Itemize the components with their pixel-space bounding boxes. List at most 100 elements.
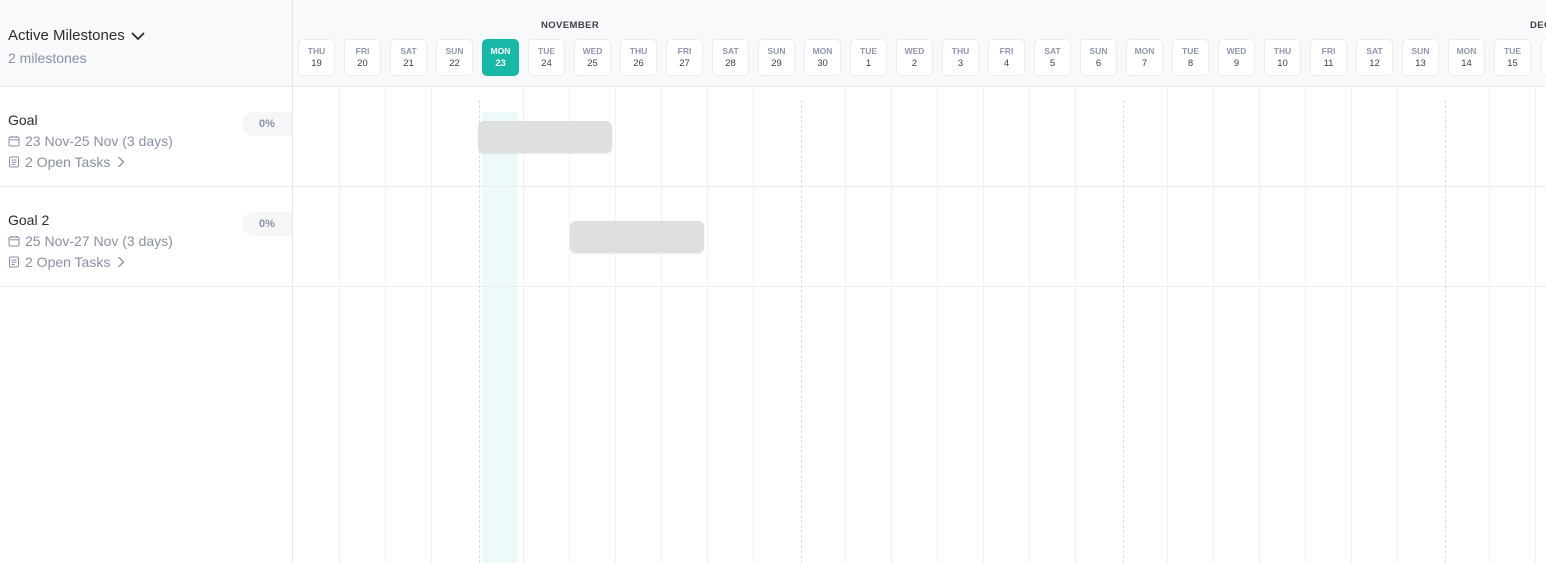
day-cell[interactable]: SAT 12 (1356, 39, 1393, 76)
day-cell[interactable]: TUE 24 (528, 39, 565, 76)
day-cell[interactable]: MON 14 (1448, 39, 1485, 76)
day-number-label: 10 (1277, 58, 1288, 69)
week-divider (1123, 100, 1124, 563)
day-of-week-label: SAT (400, 46, 417, 56)
day-cell[interactable]: WED 25 (574, 39, 611, 76)
milestone-row[interactable]: Goal 23 Nov-25 Nov (3 days) 2 Open Tasks (0, 87, 292, 187)
milestone-bar[interactable] (570, 221, 704, 253)
timeline-header: NOVEMBER DEC THU19FRI20SAT21SUN22MON23TU… (293, 0, 1546, 87)
day-number-label: 2 (911, 58, 918, 69)
day-cell[interactable]: SAT 5 (1034, 39, 1071, 76)
day-cell[interactable]: SUN 13 (1402, 39, 1439, 76)
open-tasks-link[interactable]: 2 Open Tasks (8, 154, 127, 170)
day-grid-line (1213, 88, 1214, 563)
day-grid-line (339, 88, 340, 563)
day-grid-line (569, 88, 570, 563)
day-number-label: 20 (357, 58, 368, 69)
day-number-label: 24 (541, 58, 552, 69)
day-cell[interactable]: THU 19 (298, 39, 335, 76)
day-grid-line (1305, 88, 1306, 563)
day-grid-line (1351, 88, 1352, 563)
milestones-count: 2 milestones (8, 50, 87, 66)
day-number-label: 3 (957, 58, 964, 69)
day-of-week-label: SUN (1411, 46, 1430, 56)
day-grid-line (845, 88, 846, 563)
day-cell[interactable]: SUN 6 (1080, 39, 1117, 76)
day-cell[interactable]: WED 9 (1218, 39, 1255, 76)
day-cell[interactable]: FRI 4 (988, 39, 1025, 76)
day-of-week-label: MON (812, 46, 833, 56)
day-number-label: 23 (495, 58, 506, 69)
day-of-week-label: WED (582, 46, 603, 56)
day-of-week-label: SUN (1089, 46, 1108, 56)
day-of-week-label: WED (904, 46, 925, 56)
day-of-week-label: TUE (1182, 46, 1199, 56)
day-cell[interactable]: FRI 27 (666, 39, 703, 76)
day-of-week-label: THU (951, 46, 970, 56)
day-cell[interactable]: TUE 1 (850, 39, 887, 76)
day-cell-today[interactable]: MON 23 (482, 39, 519, 76)
calendar-icon (8, 135, 20, 147)
day-cell[interactable]: TUE 8 (1172, 39, 1209, 76)
milestone-row[interactable]: Goal 2 25 Nov-27 Nov (3 days) 2 Open Tas… (0, 187, 292, 287)
day-number-label: 15 (1507, 58, 1518, 69)
day-number-label: 9 (1233, 58, 1240, 69)
day-number-label: 1 (865, 58, 872, 69)
day-of-week-label: FRI (1321, 46, 1336, 56)
day-grid-line (891, 88, 892, 563)
week-divider (1445, 100, 1446, 563)
day-number-label: 12 (1369, 58, 1380, 69)
day-grid-line (1489, 88, 1490, 563)
row-divider (293, 286, 1546, 287)
day-cell[interactable]: MON 7 (1126, 39, 1163, 76)
chevron-right-icon (118, 156, 125, 168)
day-cell[interactable]: SAT 28 (712, 39, 749, 76)
day-number-label: 29 (771, 58, 782, 69)
day-number-label: 4 (1003, 58, 1010, 69)
day-of-week-label: MON (1134, 46, 1155, 56)
day-grid-line (615, 88, 616, 563)
day-number-label: 22 (449, 58, 460, 69)
day-cell[interactable]: THU 10 (1264, 39, 1301, 76)
day-number-label: 26 (633, 58, 644, 69)
day-grid-line (753, 88, 754, 563)
day-number-label: 19 (311, 58, 322, 69)
day-cell[interactable]: THU 3 (942, 39, 979, 76)
day-grid-line (661, 88, 662, 563)
today-column-highlight (482, 112, 518, 563)
milestone-progress-badge: 0% (242, 212, 292, 236)
day-cell[interactable]: FRI 11 (1310, 39, 1347, 76)
day-cell[interactable]: MON 30 (804, 39, 841, 76)
day-number-label: 30 (817, 58, 828, 69)
day-of-week-label: WED (1226, 46, 1247, 56)
day-cell[interactable]: WED 2 (896, 39, 933, 76)
day-cell[interactable]: SUN 22 (436, 39, 473, 76)
day-number-label: 28 (725, 58, 736, 69)
open-tasks-label: 2 Open Tasks (25, 254, 111, 270)
milestones-filter-dropdown[interactable]: Active Milestones (8, 27, 146, 44)
milestone-dates-text: 25 Nov-27 Nov (3 days) (25, 233, 173, 249)
milestone-name[interactable]: Goal 2 (8, 212, 49, 228)
day-cell[interactable]: SUN 29 (758, 39, 795, 76)
day-of-week-label: SAT (722, 46, 739, 56)
day-of-week-label: FRI (999, 46, 1014, 56)
day-number-label: 8 (1187, 58, 1194, 69)
day-cell[interactable]: FRI 20 (344, 39, 381, 76)
open-tasks-link[interactable]: 2 Open Tasks (8, 254, 127, 270)
day-number-label: 6 (1095, 58, 1102, 69)
week-divider (479, 100, 480, 563)
milestone-dates: 23 Nov-25 Nov (3 days) (8, 133, 173, 149)
day-of-week-label: SUN (767, 46, 786, 56)
day-cell[interactable]: TUE 15 (1494, 39, 1531, 76)
milestone-bar[interactable] (478, 121, 612, 153)
day-cell[interactable]: SAT 21 (390, 39, 427, 76)
milestone-name[interactable]: Goal (8, 112, 38, 128)
day-grid-line (1075, 88, 1076, 563)
tasks-icon (9, 256, 19, 268)
calendar-icon (8, 235, 20, 247)
day-of-week-label: MON (490, 46, 511, 56)
day-of-week-label: SUN (445, 46, 464, 56)
next-day-cell-partial[interactable] (1541, 39, 1546, 76)
day-number-label: 5 (1049, 58, 1056, 69)
day-cell[interactable]: THU 26 (620, 39, 657, 76)
